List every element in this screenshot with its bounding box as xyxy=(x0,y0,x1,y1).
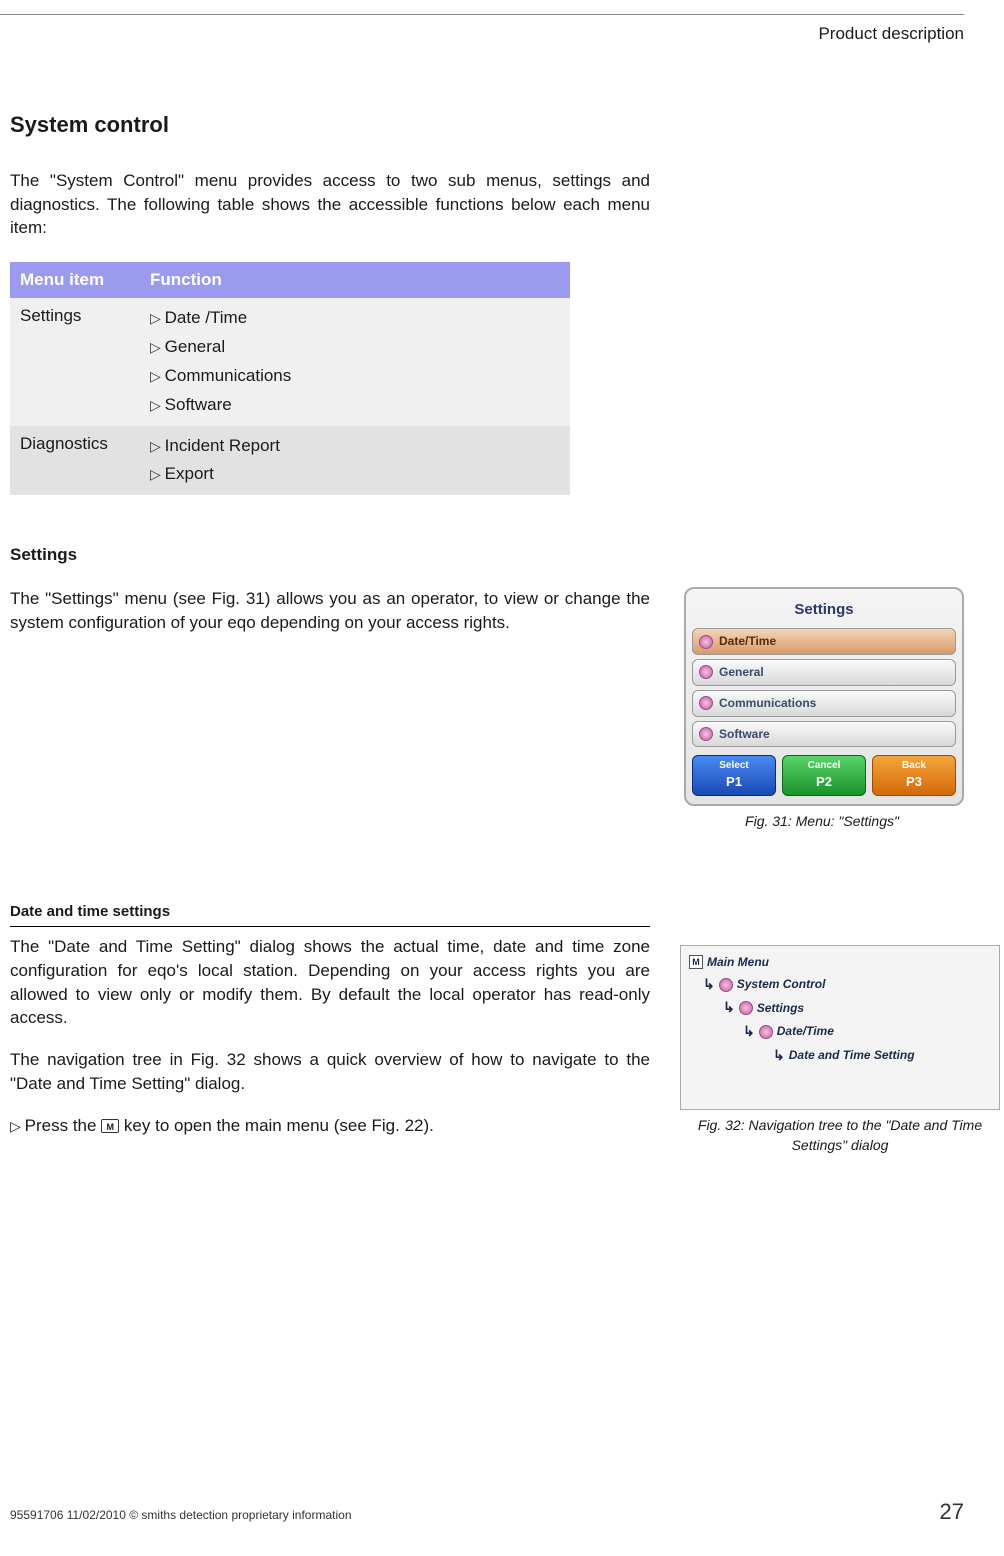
tree-row: M Main Menu xyxy=(689,954,991,971)
fig31-item-general[interactable]: General xyxy=(692,659,956,686)
datetime-p1: The "Date and Time Setting" dialog shows… xyxy=(10,935,650,1030)
dot-icon xyxy=(699,635,713,649)
fig32-caption: Fig. 32: Navigation tree to the "Date an… xyxy=(680,1116,1000,1155)
fig31-item-label: Communications xyxy=(719,695,816,712)
fig31-title: Settings xyxy=(692,595,956,628)
table-row: Settings Date /Time General Communicatio… xyxy=(10,298,570,426)
th-menu-item: Menu item xyxy=(10,262,140,298)
cell-functions: Incident Report Export xyxy=(140,426,570,496)
fig31-btn-select[interactable]: Select P1 xyxy=(692,755,776,795)
menu-key-icon: M xyxy=(101,1119,119,1133)
page-number: 27 xyxy=(940,1497,964,1528)
tree-label: Date/Time xyxy=(777,1023,834,1040)
fn-item: Software xyxy=(150,391,560,420)
dot-icon xyxy=(699,727,713,741)
dot-icon xyxy=(719,978,733,992)
datetime-step: Press the M key to open the main menu (s… xyxy=(10,1114,650,1138)
datetime-p2: The navigation tree in Fig. 32 shows a q… xyxy=(10,1048,650,1096)
th-function: Function xyxy=(140,262,570,298)
fig31-item-label: Date/Time xyxy=(719,633,776,650)
settings-heading: Settings xyxy=(10,543,964,567)
datetime-heading: Date and time settings xyxy=(10,901,964,922)
tree-label: Settings xyxy=(757,1000,804,1017)
fn-item: Incident Report xyxy=(150,432,560,461)
fn-item: Communications xyxy=(150,362,560,391)
tree-row: ↳ Date and Time Setting xyxy=(773,1046,991,1066)
fig31-btn-cancel[interactable]: Cancel P2 xyxy=(782,755,866,795)
fig31-item-software[interactable]: Software xyxy=(692,721,956,748)
top-rule xyxy=(0,14,964,15)
fig31-panel: Settings Date/Time General Communication… xyxy=(684,587,964,805)
btn-top: Back xyxy=(902,760,926,771)
arrow-icon: ↳ xyxy=(773,1046,785,1066)
intro-paragraph: The "System Control" menu provides acces… xyxy=(10,169,650,240)
dot-icon xyxy=(759,1025,773,1039)
fn-item: Date /Time xyxy=(150,304,560,333)
table-header-row: Menu item Function xyxy=(10,262,570,298)
fig31-caption: Fig. 31: Menu: "Settings" xyxy=(680,812,964,832)
step-text-b: key to open the main menu (see Fig. 22). xyxy=(119,1116,434,1135)
fn-item: Export xyxy=(150,460,560,489)
cell-menu-item: Settings xyxy=(10,298,140,426)
btn-bottom: P3 xyxy=(873,773,955,791)
btn-bottom: P1 xyxy=(693,773,775,791)
fig32-panel: M Main Menu ↳ System Control ↳ Settings … xyxy=(680,945,1000,1110)
footer-left: 95591706 11/02/2010 © smiths detection p… xyxy=(10,1507,352,1524)
header-section: Product description xyxy=(818,22,964,46)
table-row: Diagnostics Incident Report Export xyxy=(10,426,570,496)
btn-top: Select xyxy=(719,760,748,771)
tree-row: ↳ Date/Time xyxy=(743,1022,991,1042)
section-divider xyxy=(10,926,650,927)
tree-label: Main Menu xyxy=(707,954,769,971)
cell-menu-item: Diagnostics xyxy=(10,426,140,496)
page-title: System control xyxy=(10,110,964,141)
arrow-icon: ↳ xyxy=(743,1022,755,1042)
page-content: System control The "System Control" menu… xyxy=(10,110,964,1155)
btn-top: Cancel xyxy=(808,760,841,771)
page-footer: 95591706 11/02/2010 © smiths detection p… xyxy=(10,1497,964,1528)
dot-icon xyxy=(699,665,713,679)
dot-icon xyxy=(699,696,713,710)
tree-row: ↳ Settings xyxy=(723,998,991,1018)
settings-paragraph: The "Settings" menu (see Fig. 31) allows… xyxy=(10,587,650,635)
arrow-icon: ↳ xyxy=(723,998,735,1018)
cell-functions: Date /Time General Communications Softwa… xyxy=(140,298,570,426)
fig31-item-label: Software xyxy=(719,726,770,743)
step-text-a: Press the xyxy=(25,1116,102,1135)
tree-label: Date and Time Setting xyxy=(789,1047,915,1064)
fig31-item-communications[interactable]: Communications xyxy=(692,690,956,717)
btn-bottom: P2 xyxy=(783,773,865,791)
fn-item: General xyxy=(150,333,560,362)
fig31-btn-back[interactable]: Back P3 xyxy=(872,755,956,795)
fig31-item-label: General xyxy=(719,664,764,681)
menu-square-icon: M xyxy=(689,955,703,969)
menu-function-table: Menu item Function Settings Date /Time G… xyxy=(10,262,570,495)
tree-label: System Control xyxy=(737,976,826,993)
dot-icon xyxy=(739,1001,753,1015)
tree-row: ↳ System Control xyxy=(703,975,991,995)
fig31-item-datetime[interactable]: Date/Time xyxy=(692,628,956,655)
arrow-icon: ↳ xyxy=(703,975,715,995)
